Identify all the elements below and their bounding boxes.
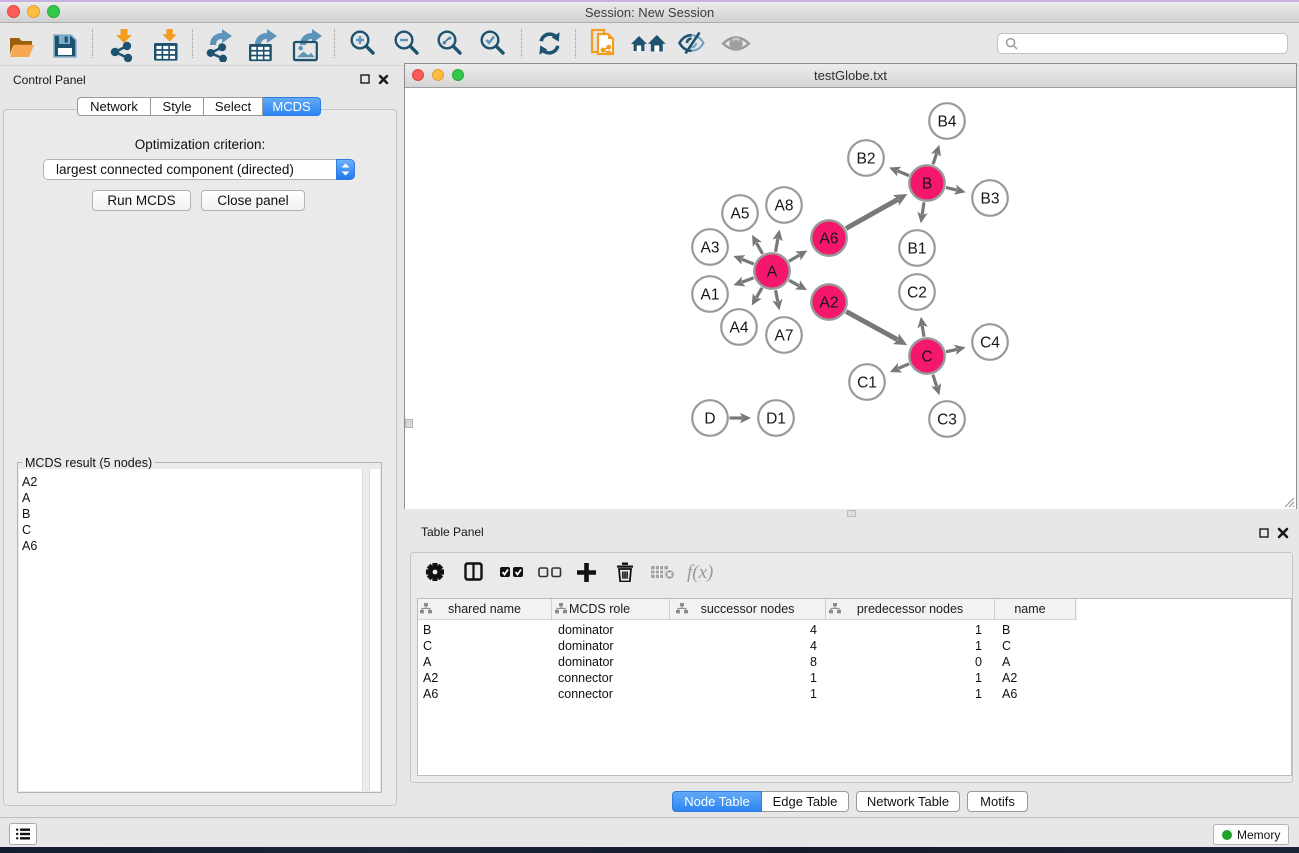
svg-text:A3: A3	[701, 240, 720, 257]
svg-text:B3: B3	[981, 191, 1000, 208]
svg-text:C3: C3	[937, 412, 957, 429]
svg-text:B: B	[922, 176, 932, 193]
svg-text:A5: A5	[731, 206, 750, 223]
svg-text:A: A	[767, 264, 778, 281]
svg-text:B1: B1	[908, 241, 927, 258]
svg-text:A4: A4	[730, 320, 749, 337]
svg-text:C4: C4	[980, 335, 1000, 352]
svg-text:A6: A6	[820, 231, 839, 248]
svg-text:B2: B2	[857, 151, 876, 168]
svg-text:C2: C2	[907, 285, 927, 302]
svg-text:f(x): f(x)	[687, 562, 713, 583]
svg-text:C1: C1	[857, 375, 877, 392]
svg-text:A7: A7	[775, 328, 794, 345]
svg-text:D: D	[704, 411, 715, 428]
svg-text:A1: A1	[701, 287, 720, 304]
svg-text:B4: B4	[938, 114, 957, 131]
svg-text:A2: A2	[820, 295, 839, 312]
svg-text:A8: A8	[775, 198, 794, 215]
svg-text:C: C	[921, 349, 932, 366]
svg-text:D1: D1	[766, 411, 786, 428]
